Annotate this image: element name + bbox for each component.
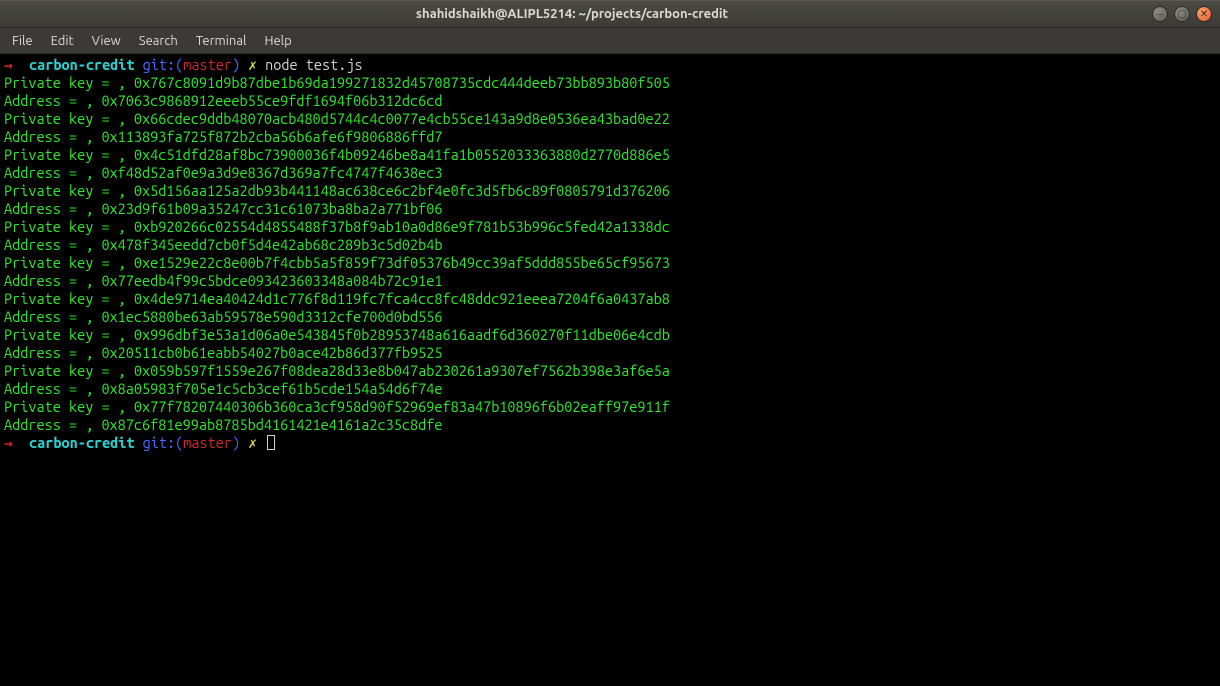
output-line: Address = , 0x478f345eedd7cb0f5d4e42ab68… bbox=[4, 236, 1216, 254]
output-line: Address = , 0x7063c9868912eeeb55ce9fdf16… bbox=[4, 92, 1216, 110]
output-line: Private key = , 0x66cdec9ddb48070acb480d… bbox=[4, 110, 1216, 128]
output-line: Address = , 0x20511cb0b61eabb54027b0ace4… bbox=[4, 344, 1216, 362]
terminal-output[interactable]: → carbon-credit git:(master) ✗ node test… bbox=[0, 54, 1220, 686]
maximize-button[interactable]: ▢ bbox=[1174, 6, 1190, 22]
output-line: Address = , 0x8a05983f705e1c5cb3cef61b5c… bbox=[4, 380, 1216, 398]
output-line: Address = , 0x1ec5880be63ab59578e590d331… bbox=[4, 308, 1216, 326]
prompt-line: → carbon-credit git:(master) ✗ bbox=[4, 434, 1216, 452]
prompt-line: → carbon-credit git:(master) ✗ node test… bbox=[4, 56, 1216, 74]
menu-search[interactable]: Search bbox=[131, 31, 186, 51]
prompt-dir: carbon-credit bbox=[29, 434, 135, 451]
prompt-dir: carbon-credit bbox=[29, 56, 135, 73]
prompt-dirty-icon: ✗ bbox=[248, 56, 257, 73]
prompt-branch: master bbox=[183, 56, 232, 73]
output-line: Address = , 0x113893fa725f872b2cba56b6af… bbox=[4, 128, 1216, 146]
output-line: Private key = , 0x059b597f1559e267f08dea… bbox=[4, 362, 1216, 380]
close-button[interactable]: ✕ bbox=[1196, 6, 1212, 22]
prompt-branch: master bbox=[183, 434, 232, 451]
cursor-icon bbox=[267, 435, 275, 450]
prompt-arrow-icon: → bbox=[4, 56, 13, 73]
output-line: Private key = , 0x77f78207440306b360ca3c… bbox=[4, 398, 1216, 416]
prompt-git-label: git:( bbox=[143, 56, 184, 73]
output-line: Address = , 0xf48d52af0e9a3d9e8367d369a7… bbox=[4, 164, 1216, 182]
minimize-button[interactable]: ‒ bbox=[1152, 6, 1168, 22]
menu-file[interactable]: File bbox=[4, 31, 41, 51]
window-title: shahidshaikh@ALIPL5214: ~/projects/carbo… bbox=[0, 7, 1144, 21]
menu-terminal[interactable]: Terminal bbox=[188, 31, 255, 51]
menu-bar: File Edit View Search Terminal Help bbox=[0, 28, 1220, 54]
prompt-arrow-icon: → bbox=[4, 434, 13, 451]
menu-help[interactable]: Help bbox=[256, 31, 299, 51]
output-line: Private key = , 0x4de9714ea40424d1c776f8… bbox=[4, 290, 1216, 308]
prompt-git-label: git:( bbox=[143, 434, 184, 451]
prompt-dirty-icon: ✗ bbox=[248, 434, 257, 451]
output-line: Private key = , 0x5d156aa125a2db93b44114… bbox=[4, 182, 1216, 200]
prompt-command: node test.js bbox=[265, 56, 362, 73]
output-line: Private key = , 0x767c8091d9b87dbe1b69da… bbox=[4, 74, 1216, 92]
window-controls: ‒ ▢ ✕ bbox=[1144, 6, 1220, 22]
output-line: Address = , 0x23d9f61b09a35247cc31c61073… bbox=[4, 200, 1216, 218]
output-line: Address = , 0x77eedb4f99c5bdce0934236033… bbox=[4, 272, 1216, 290]
output-line: Private key = , 0xb920266c02554d4855488f… bbox=[4, 218, 1216, 236]
prompt-git-close: ) bbox=[232, 56, 240, 73]
menu-edit[interactable]: Edit bbox=[43, 31, 82, 51]
window-titlebar: shahidshaikh@ALIPL5214: ~/projects/carbo… bbox=[0, 0, 1220, 28]
prompt-git-close: ) bbox=[232, 434, 240, 451]
output-line: Private key = , 0xe1529e22c8e00b7f4cbb5a… bbox=[4, 254, 1216, 272]
output-line: Address = , 0x87c6f81e99ab8785bd4161421e… bbox=[4, 416, 1216, 434]
output-line: Private key = , 0x996dbf3e53a1d06a0e5438… bbox=[4, 326, 1216, 344]
menu-view[interactable]: View bbox=[84, 31, 129, 51]
output-line: Private key = , 0x4c51dfd28af8bc73900036… bbox=[4, 146, 1216, 164]
